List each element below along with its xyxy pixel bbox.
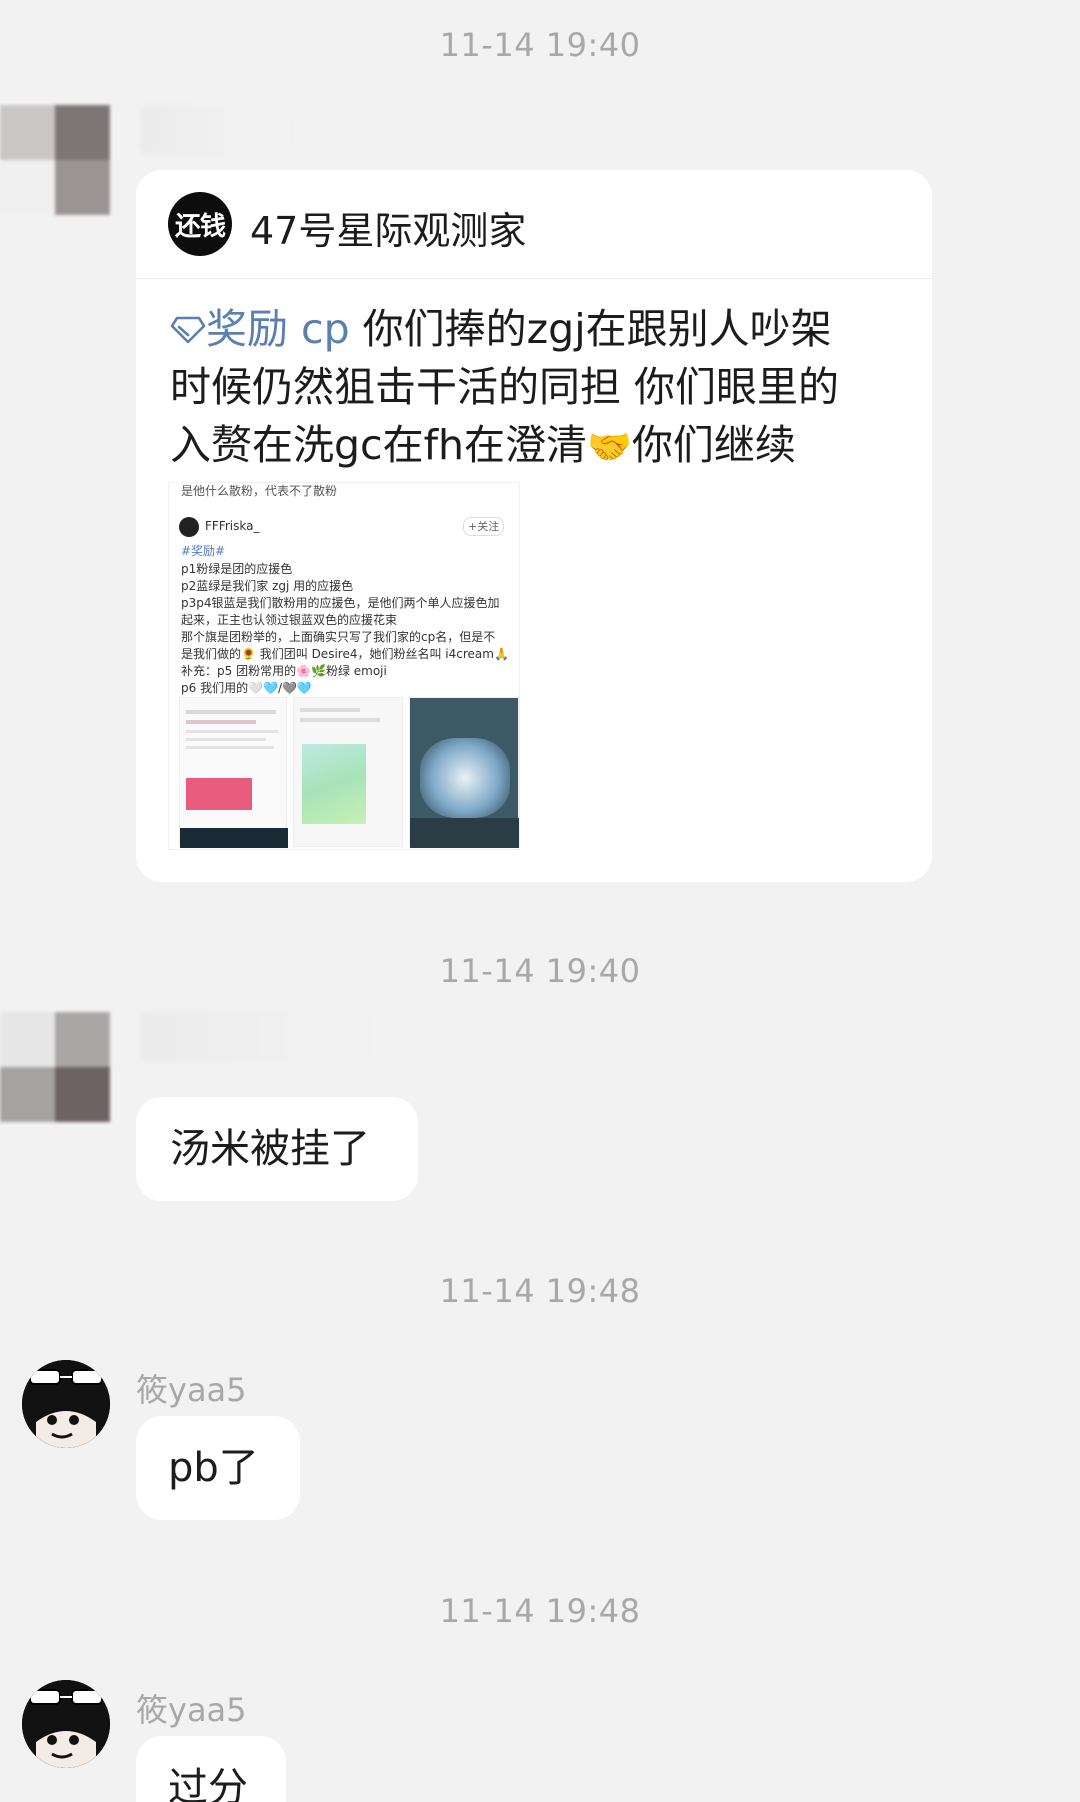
timestamp: 11-14 19:40 <box>439 952 641 990</box>
card-divider <box>136 278 932 279</box>
body-line-4: 你们继续 <box>631 421 796 469</box>
timestamp: 11-14 19:48 <box>439 1592 641 1630</box>
tag-link[interactable]: 奖励 cp <box>170 305 350 353</box>
embedded-screenshot[interactable]: 是他什么散粉，代表不了散粉 FFFriska_ +关注 #奖励# p1粉绿是团的… <box>168 482 520 850</box>
message-text: 过分 <box>168 1765 248 1802</box>
card-title: 47号星际观测家 <box>250 209 527 253</box>
post-line: p6 我们用的🤍🩵/🩶🩵 <box>181 681 312 695</box>
message-text: 汤米被挂了 <box>170 1126 370 1172</box>
sender-name: 筱yaa5 <box>136 1371 247 1409</box>
body-line-1: 你们捧的zgj在跟别人吵架 <box>362 305 832 353</box>
shared-post-card[interactable]: 还钱 47号星际观测家 奖励 cp 你们捧的zgj在跟别人吵架 时候仍然狙击干活… <box>136 170 932 882</box>
blurred-sender-name <box>140 1012 400 1062</box>
post-avatar <box>179 517 199 537</box>
follow-button: +关注 <box>463 517 505 536</box>
sender-name: 筱yaa5 <box>136 1691 247 1729</box>
thumbnail-3 <box>409 697 519 848</box>
body-line-2: 时候仍然狙击干活的同担 你们眼里的 <box>170 363 840 411</box>
screenshot-caption: 是他什么散粉，代表不了散粉 <box>181 484 338 498</box>
user-avatar[interactable] <box>22 1360 110 1448</box>
blurred-avatar[interactable] <box>0 1012 110 1122</box>
timestamp: 11-14 19:40 <box>439 26 641 64</box>
post-line: 起来，正主也认领过银蓝双色的应援花束 <box>181 613 398 627</box>
user-avatar[interactable] <box>22 1680 110 1768</box>
post-hashtag: #奖励# <box>181 544 226 558</box>
post-line: p1粉绿是团的应援色 <box>181 562 293 576</box>
tag-label: 奖励 cp <box>206 305 350 353</box>
blurred-sender-name <box>140 105 290 155</box>
post-line: p2蓝绿是我们家 zgj 用的应援色 <box>181 579 354 593</box>
post-username: FFFriska_ <box>205 519 260 533</box>
avatar-illustration <box>22 1360 110 1448</box>
post-line: 补充：p5 团粉常用的🌸🌿粉绿 emoji <box>181 664 387 678</box>
avatar-illustration <box>22 1680 110 1768</box>
card-body-text: 奖励 cp 你们捧的zgj在跟别人吵架 时候仍然狙击干活的同担 你们眼里的 入赘… <box>170 300 890 477</box>
message-text: pb了 <box>168 1445 259 1491</box>
post-line: p3p4银蓝是我们散粉用的应援色，是他们两个单人应援色加 <box>181 596 500 610</box>
body-line-3: 入赘在洗gc在fh在澄清 <box>170 421 587 469</box>
message-bubble[interactable]: pb了 <box>136 1416 300 1520</box>
message-bubble[interactable]: 汤米被挂了 <box>136 1097 418 1201</box>
thumbnail-1 <box>179 697 288 848</box>
blurred-avatar[interactable] <box>0 105 110 215</box>
thumbnail-2 <box>293 697 403 847</box>
account-logo: 还钱 <box>168 192 232 256</box>
post-line: 那个旗是团粉举的，上面确实只写了我们家的cp名，但是不 <box>181 630 496 644</box>
handshake-emoji: 🤝 <box>587 427 632 468</box>
post-line: 是我们做的🌻 我们团叫 Desire4，她们粉丝名叫 i4cream🙏 <box>181 647 509 661</box>
message-bubble[interactable]: 过分 <box>136 1736 286 1802</box>
timestamp: 11-14 19:48 <box>439 1272 641 1310</box>
diamond-icon <box>170 316 206 344</box>
